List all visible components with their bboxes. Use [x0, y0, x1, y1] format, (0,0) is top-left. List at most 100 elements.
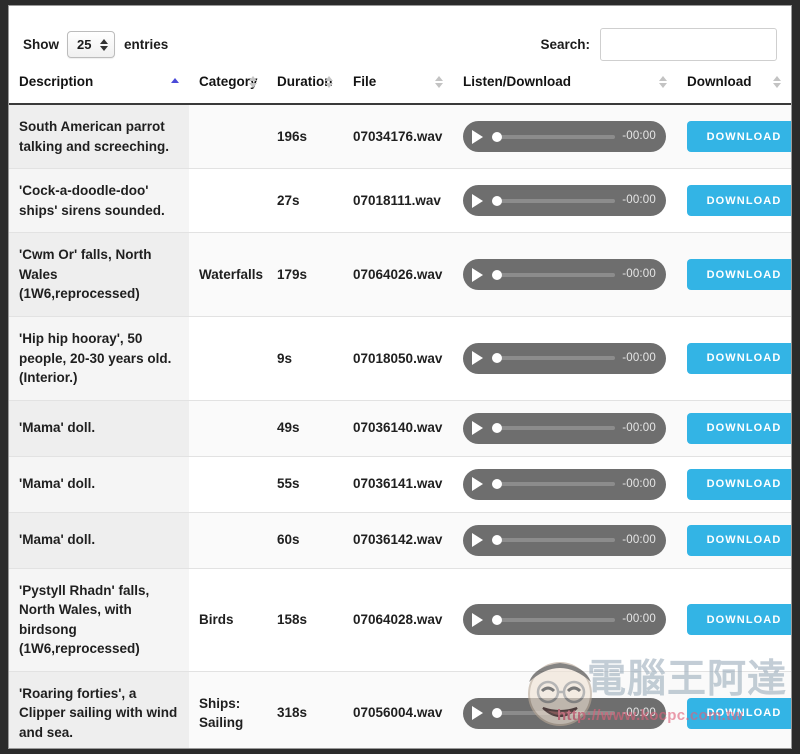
cell-listen-download: -00:00	[453, 168, 677, 234]
sort-none-icon	[435, 76, 443, 88]
cell-download: DOWNLOAD	[677, 232, 791, 317]
cell-listen-download: -00:00	[453, 400, 677, 457]
audio-player[interactable]: -00:00	[463, 121, 666, 153]
audio-progress-track[interactable]	[492, 538, 616, 543]
cell-file: 07036142.wav	[343, 512, 453, 569]
download-button[interactable]: DOWNLOAD	[687, 524, 791, 556]
column-header-category[interactable]: Category	[189, 66, 267, 105]
audio-progress-track[interactable]	[492, 711, 616, 716]
audio-scrubber-handle[interactable]	[492, 269, 502, 280]
play-icon[interactable]	[472, 267, 483, 282]
audio-progress-track[interactable]	[492, 426, 616, 431]
cell-duration: 55s	[267, 456, 343, 513]
audio-player[interactable]: -00:00	[463, 185, 666, 217]
download-button[interactable]: DOWNLOAD	[687, 342, 791, 374]
play-icon[interactable]	[472, 351, 483, 366]
play-icon[interactable]	[472, 706, 483, 721]
audio-player[interactable]: -00:00	[463, 468, 666, 500]
page-length-select[interactable]: 25	[67, 31, 115, 58]
audio-progress-track[interactable]	[492, 134, 616, 139]
audio-scrubber-handle[interactable]	[492, 535, 502, 546]
table-row: 'Hip hip hooray', 50 people, 20-30 years…	[9, 316, 791, 401]
table-row: 'Mama' doll. 49s 07036140.wav -00:00 DOWNLOA…	[9, 400, 791, 457]
cell-file: 07018050.wav	[343, 316, 453, 401]
play-icon[interactable]	[472, 193, 483, 208]
cell-listen-download: -00:00	[453, 512, 677, 569]
cell-duration: 27s	[267, 168, 343, 234]
cell-duration: 318s	[267, 671, 343, 748]
audio-scrubber-handle[interactable]	[492, 423, 502, 434]
column-header-listen-download[interactable]: Listen/Download	[453, 66, 677, 105]
column-header-file[interactable]: File	[343, 66, 453, 105]
audio-progress-track[interactable]	[492, 356, 616, 361]
cell-file: 07056004.wav	[343, 671, 453, 748]
search-input[interactable]	[600, 28, 777, 61]
sort-none-icon	[659, 76, 667, 88]
play-icon[interactable]	[472, 421, 483, 436]
audio-player[interactable]: -00:00	[463, 697, 666, 729]
audio-scrubber[interactable]	[492, 479, 616, 490]
audio-player[interactable]: -00:00	[463, 412, 666, 444]
play-icon[interactable]	[472, 477, 483, 492]
audio-time-remaining: -00:00	[622, 477, 656, 490]
cell-description: 'Mama' doll.	[9, 512, 189, 569]
audio-time-remaining: -00:00	[622, 194, 656, 207]
audio-scrubber[interactable]	[492, 131, 616, 142]
audio-time-remaining: -00:00	[622, 613, 656, 626]
play-icon[interactable]	[472, 533, 483, 548]
audio-scrubber[interactable]	[492, 708, 616, 719]
cell-download: DOWNLOAD	[677, 104, 791, 170]
audio-scrubber-handle[interactable]	[492, 479, 502, 490]
audio-time-remaining: -00:00	[622, 533, 656, 546]
page-length-control: Show 25 entries	[23, 31, 168, 58]
cell-download: DOWNLOAD	[677, 512, 791, 569]
download-button[interactable]: DOWNLOAD	[687, 185, 791, 217]
spinner-arrows-icon[interactable]	[100, 38, 108, 51]
audio-progress-track[interactable]	[492, 482, 616, 487]
cell-file: 07036141.wav	[343, 456, 453, 513]
audio-player[interactable]: -00:00	[463, 259, 666, 291]
audio-scrubber-handle[interactable]	[492, 353, 502, 364]
audio-scrubber[interactable]	[492, 614, 616, 625]
audio-scrubber[interactable]	[492, 535, 616, 546]
column-header-description[interactable]: Description	[9, 66, 189, 105]
audio-scrubber[interactable]	[492, 195, 616, 206]
table-controls-bar: Show 25 entries Search:	[9, 6, 791, 66]
play-icon[interactable]	[472, 129, 483, 144]
play-icon[interactable]	[472, 612, 483, 627]
cell-listen-download: -00:00	[453, 671, 677, 748]
column-header-download[interactable]: Download	[677, 66, 791, 105]
cell-duration: 49s	[267, 400, 343, 457]
audio-scrubber-handle[interactable]	[492, 614, 502, 625]
audio-time-remaining: -00:00	[622, 706, 656, 719]
audio-time-remaining: -00:00	[622, 421, 656, 434]
audio-player[interactable]: -00:00	[463, 342, 666, 374]
column-header-file-label: File	[353, 74, 377, 89]
audio-scrubber-handle[interactable]	[492, 131, 502, 142]
audio-scrubber-handle[interactable]	[492, 708, 502, 719]
download-button[interactable]: DOWNLOAD	[687, 604, 791, 636]
audio-scrubber-handle[interactable]	[492, 195, 502, 206]
download-button[interactable]: DOWNLOAD	[687, 697, 791, 729]
download-button[interactable]: DOWNLOAD	[687, 259, 791, 291]
column-header-description-label: Description	[19, 74, 94, 89]
audio-scrubber[interactable]	[492, 269, 616, 280]
cell-description: 'Hip hip hooray', 50 people, 20-30 years…	[9, 316, 189, 401]
table-row: 'Cwm Or' falls, North Wales (1W6,reproce…	[9, 232, 791, 317]
table-row: 'Pystyll Rhadn' falls, North Wales, with…	[9, 568, 791, 672]
audio-player[interactable]: -00:00	[463, 604, 666, 636]
page-length-label-prefix: Show	[23, 37, 59, 52]
audio-progress-track[interactable]	[492, 198, 616, 203]
audio-scrubber[interactable]	[492, 423, 616, 434]
download-button[interactable]: DOWNLOAD	[687, 121, 791, 153]
download-button[interactable]: DOWNLOAD	[687, 412, 791, 444]
sort-none-icon	[249, 76, 257, 88]
cell-category	[189, 316, 267, 401]
audio-progress-track[interactable]	[492, 272, 616, 277]
audio-player[interactable]: -00:00	[463, 524, 666, 556]
download-button[interactable]: DOWNLOAD	[687, 468, 791, 500]
column-header-duration[interactable]: Duration	[267, 66, 343, 105]
sounds-table: Description Category Duration File Liste…	[9, 66, 791, 748]
audio-scrubber[interactable]	[492, 353, 616, 364]
audio-progress-track[interactable]	[492, 617, 616, 622]
